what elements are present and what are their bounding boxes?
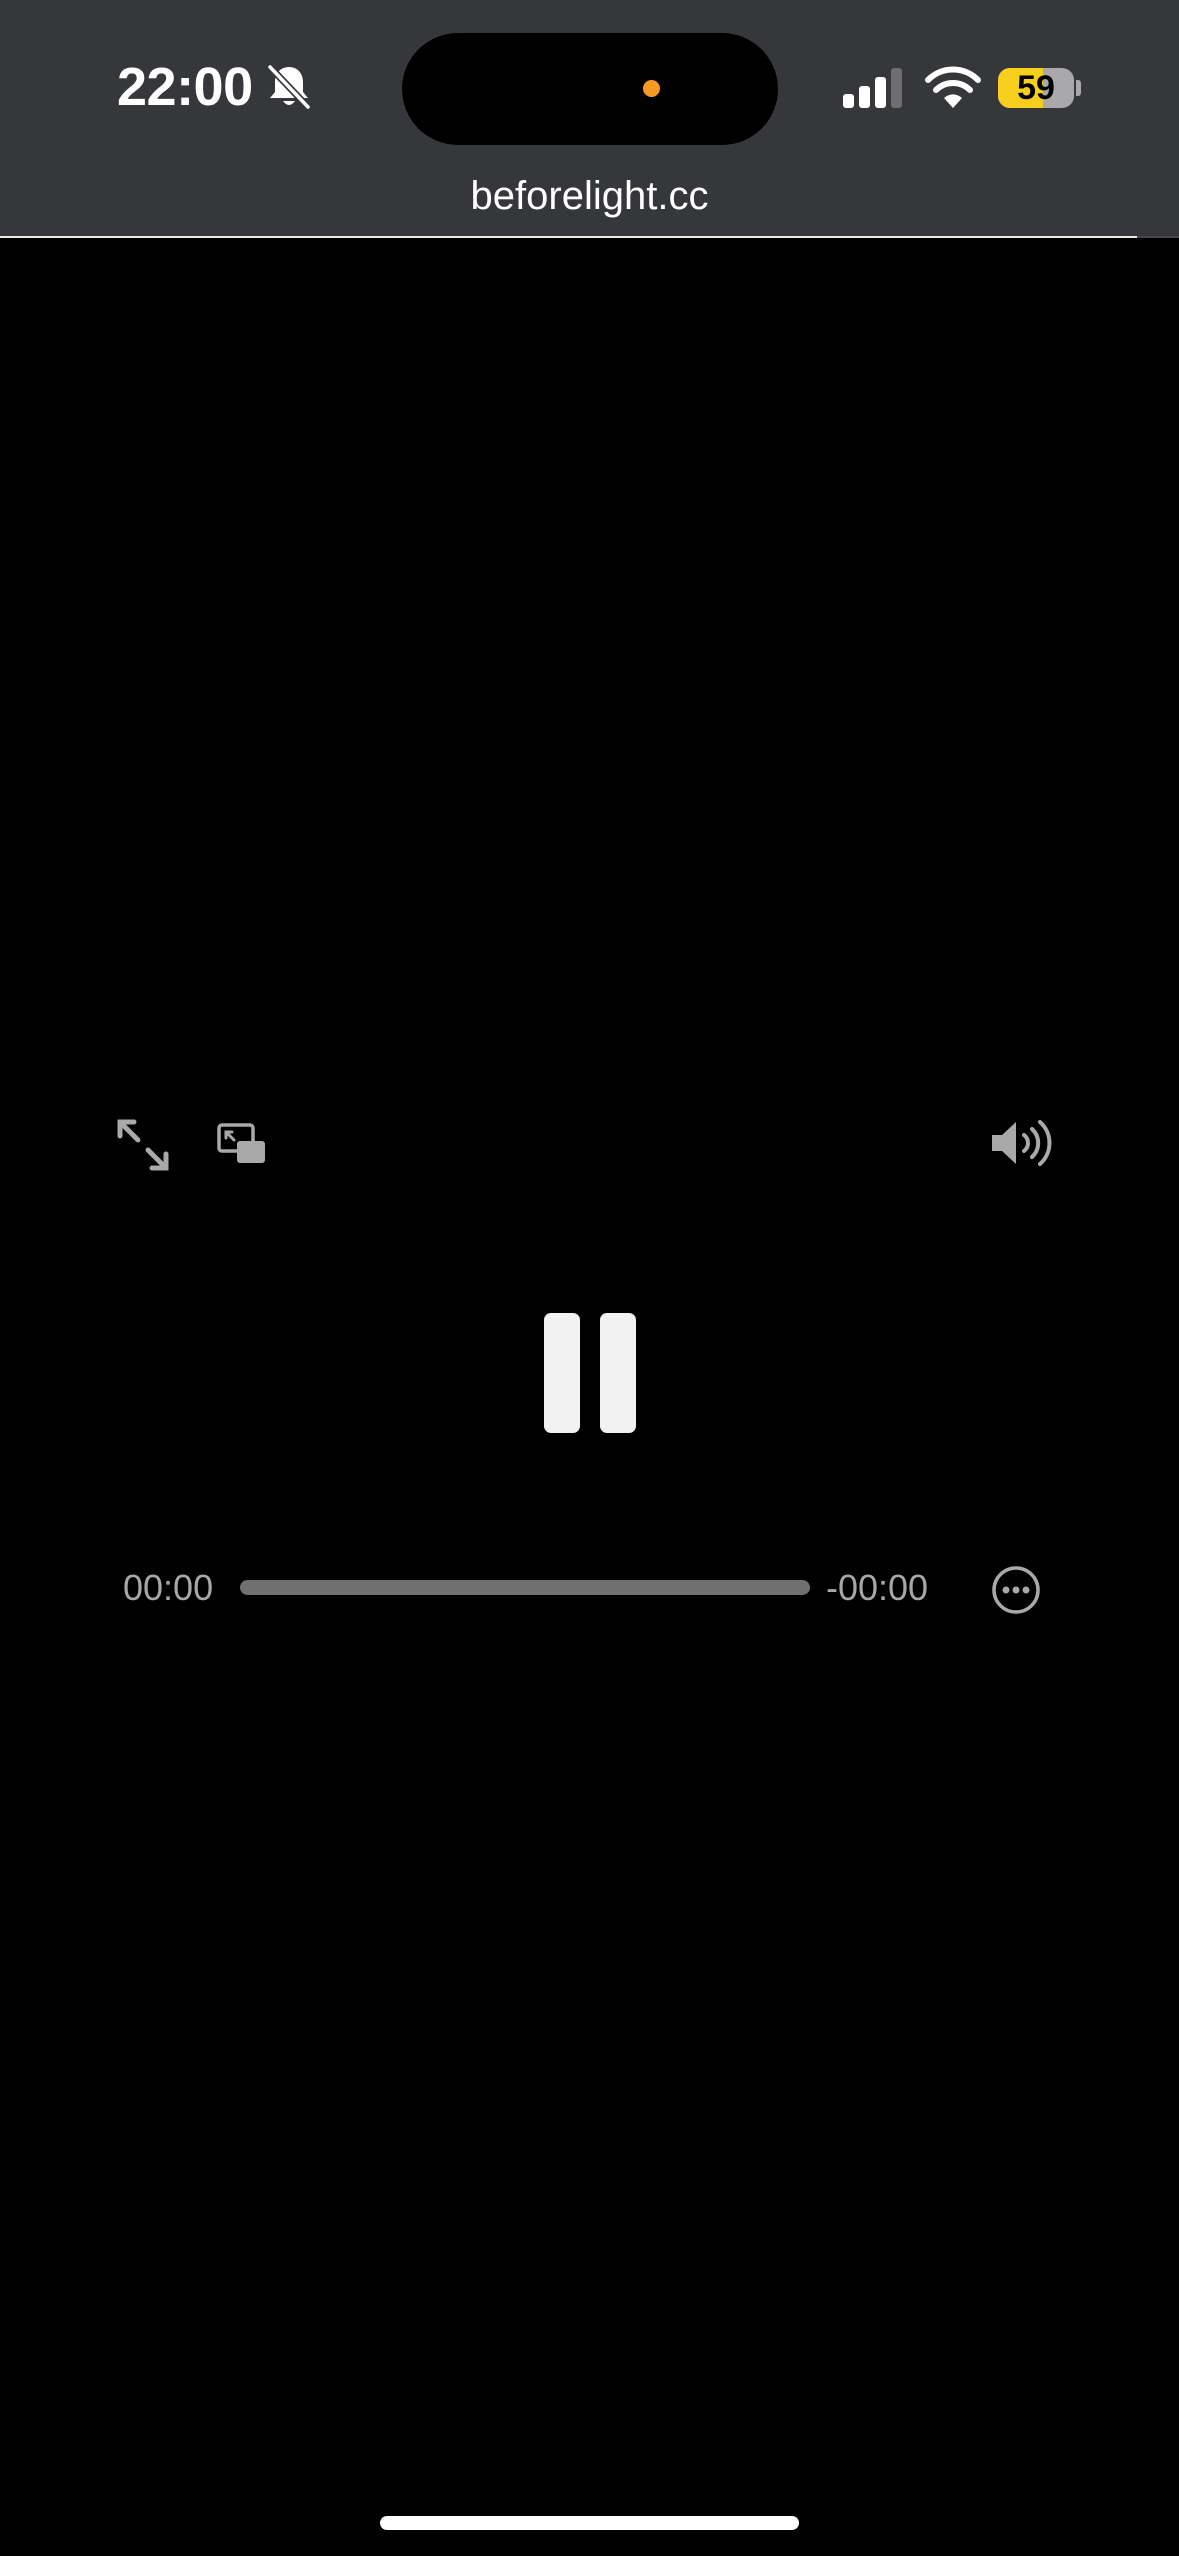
page-load-progress-remainder: [1137, 236, 1179, 238]
pause-icon[interactable]: [544, 1313, 636, 1433]
battery-icon: 59: [998, 68, 1074, 108]
bell-slash-icon: [267, 64, 311, 110]
top-chrome: 22:00 59 beforelight.cc: [0, 0, 1179, 238]
cellular-signal-icon: [843, 68, 902, 108]
dynamic-island: [402, 33, 778, 145]
volume-icon[interactable]: [990, 1118, 1060, 1168]
pause-bar-left: [544, 1313, 580, 1433]
more-options-icon[interactable]: [991, 1565, 1041, 1615]
battery-cap: [1076, 80, 1081, 96]
status-time: 22:00: [117, 57, 253, 117]
picture-in-picture-icon[interactable]: [217, 1123, 267, 1165]
pause-bar-right: [600, 1313, 636, 1433]
wifi-icon: [925, 66, 981, 108]
current-time: 00:00: [123, 1567, 214, 1608]
page-load-progress: [0, 236, 1137, 238]
fullscreen-icon[interactable]: [116, 1118, 170, 1172]
home-indicator[interactable]: [380, 2516, 799, 2530]
mic-indicator-dot: [643, 80, 660, 97]
remaining-time: -00:00: [826, 1567, 929, 1608]
video-player-page: 22:00 59 beforelight.cc 00:00 -00:00: [0, 0, 1179, 2556]
battery-level-text: 59: [1017, 69, 1055, 107]
playback-scrubber[interactable]: [240, 1580, 810, 1595]
address-bar-url[interactable]: beforelight.cc: [0, 168, 1179, 224]
